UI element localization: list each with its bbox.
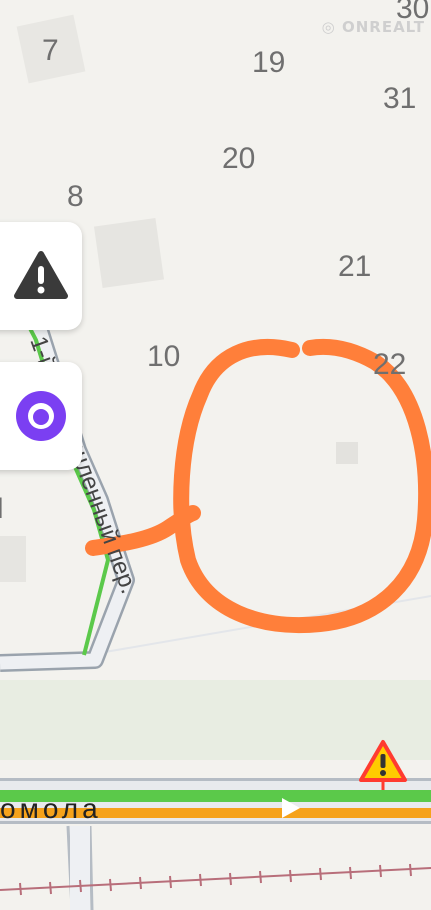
green-area: [0, 680, 431, 760]
assistant-button[interactable]: [0, 362, 82, 470]
watermark-icon: ◎: [321, 18, 342, 36]
house-number: 8: [67, 180, 84, 213]
cross-street-fill: [70, 826, 90, 910]
house-number: 22: [373, 348, 407, 381]
building: [93, 217, 165, 289]
alice-assistant-icon: [16, 391, 66, 441]
house-number: 21: [338, 250, 372, 283]
house-number: 31: [383, 82, 417, 115]
watermark: ◎ ONREALT: [321, 18, 425, 36]
annotation-circle: [173, 338, 431, 633]
house-number: I: [0, 492, 5, 525]
house-number: 7: [42, 34, 59, 67]
building: [0, 536, 26, 582]
warning-triangle-icon: [14, 251, 68, 299]
building: [336, 442, 358, 464]
house-number: 20: [222, 142, 256, 175]
main-street-label: омола: [0, 793, 102, 824]
hazard-report-button[interactable]: [0, 222, 82, 330]
house-number: 10: [147, 340, 181, 373]
house-number: 19: [252, 46, 286, 79]
railway: [0, 867, 431, 891]
